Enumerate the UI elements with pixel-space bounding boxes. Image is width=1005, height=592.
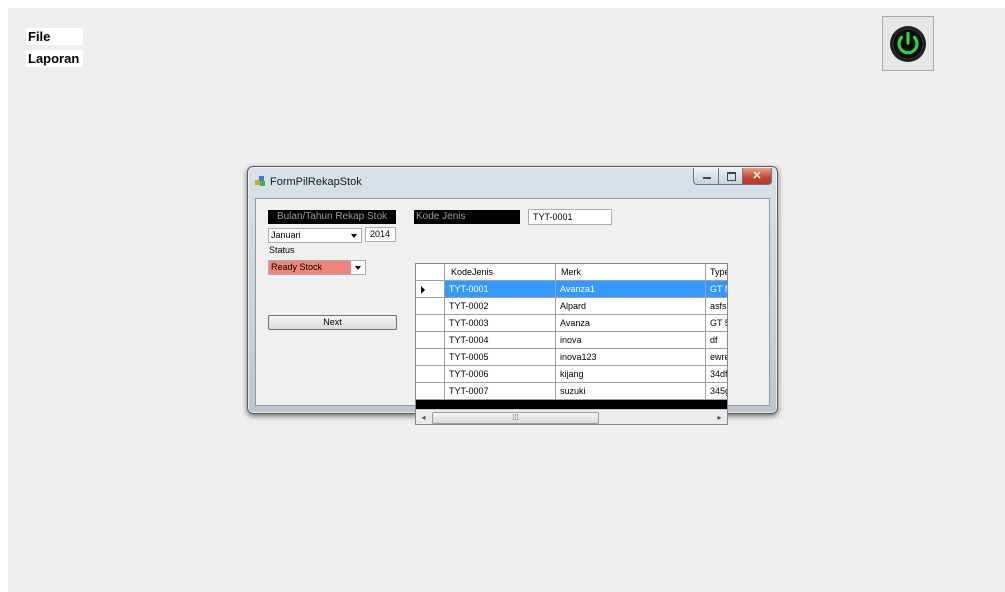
cell-kodejenis[interactable]: TYT-0007 — [445, 383, 556, 400]
row-selector[interactable] — [416, 332, 445, 349]
form-window: FormPilRekapStok ✕ Bulan/Tahun Rekap Sto… — [247, 166, 778, 425]
cell-kodejenis[interactable]: TYT-0001 — [445, 281, 556, 298]
power-icon — [890, 25, 926, 62]
cell-merk[interactable]: suzuki — [556, 383, 706, 400]
cell-type[interactable]: asfsda — [706, 298, 727, 315]
status-label: Status — [269, 245, 295, 255]
cell-merk[interactable]: Avanza — [556, 315, 706, 332]
kode-jenis-input[interactable]: TYT-0001 — [528, 209, 612, 225]
cell-kodejenis[interactable]: TYT-0004 — [445, 332, 556, 349]
row-selector[interactable] — [416, 315, 445, 332]
row-selector[interactable] — [416, 281, 445, 298]
table-row[interactable]: TYT-0005 inova123 ewrew — [416, 349, 727, 366]
column-header-merk[interactable]: Merk — [556, 264, 706, 281]
power-button[interactable] — [882, 16, 934, 71]
table-row[interactable]: TYT-0001 Avanza1 GT M — [416, 281, 727, 298]
status-combobox[interactable]: Ready Stock — [268, 260, 366, 275]
row-selector[interactable] — [416, 349, 445, 366]
column-header-kodejenis[interactable]: KodeJenis — [445, 264, 556, 281]
scrollbar-thumb[interactable]: ⁞⁞⁞ — [432, 412, 599, 424]
cell-type[interactable]: GT M — [706, 281, 727, 298]
table-row[interactable]: TYT-0002 Alpard asfsda — [416, 298, 727, 315]
cell-kodejenis[interactable]: TYT-0003 — [445, 315, 556, 332]
cell-merk[interactable]: Alpard — [556, 298, 706, 315]
chevron-down-icon — [351, 234, 357, 238]
status-value: Ready Stock — [269, 261, 351, 274]
horizontal-scrollbar[interactable]: ◂ ⁞⁞⁞ ▸ — [416, 409, 727, 424]
menu-laporan[interactable]: Laporan — [26, 50, 83, 67]
maximize-icon — [727, 172, 736, 181]
cell-merk[interactable]: inova — [556, 332, 706, 349]
next-button[interactable]: Next — [268, 315, 397, 330]
window-title: FormPilRekapStok — [270, 176, 362, 188]
form-client-area: Bulan/Tahun Rekap Stok Januari 2014 Stat… — [255, 198, 770, 425]
scroll-right-icon[interactable]: ▸ — [712, 410, 727, 424]
row-selector[interactable] — [416, 298, 445, 315]
menu-file[interactable]: File — [26, 28, 83, 45]
close-button[interactable]: ✕ — [742, 168, 772, 185]
cell-kodejenis[interactable]: TYT-0002 — [445, 298, 556, 315]
cell-type[interactable]: ewrew — [706, 349, 727, 366]
table-row[interactable]: TYT-0004 inova df — [416, 332, 727, 349]
table-row[interactable]: TYT-0007 suzuki 345gh — [416, 383, 727, 400]
minimize-button[interactable] — [693, 168, 719, 185]
cell-kodejenis[interactable]: TYT-0006 — [445, 366, 556, 383]
periode-label: Bulan/Tahun Rekap Stok — [268, 210, 396, 224]
cell-type[interactable]: GT 5V — [706, 315, 727, 332]
grid-header-row: KodeJenis Merk Type — [416, 264, 727, 281]
cell-type[interactable]: 345gh — [706, 383, 727, 400]
chevron-down-icon — [355, 266, 361, 270]
month-value: Januari — [271, 230, 301, 240]
cell-merk[interactable]: kijang — [556, 366, 706, 383]
data-grid[interactable]: KodeJenis Merk Type TYT-0001 Avanza1 GT … — [415, 263, 728, 425]
minimize-icon — [703, 177, 711, 179]
row-pointer-icon — [421, 286, 425, 294]
cell-merk[interactable]: Avanza1 — [556, 281, 706, 298]
kode-jenis-label: Kode Jenis — [414, 210, 520, 224]
table-row[interactable]: TYT-0006 kijang 34dfgg — [416, 366, 727, 383]
maximize-button[interactable] — [718, 168, 743, 185]
cell-kodejenis[interactable]: TYT-0005 — [445, 349, 556, 366]
table-row[interactable]: TYT-0003 Avanza GT 5V — [416, 315, 727, 332]
corner-header — [416, 264, 445, 281]
cell-merk[interactable]: inova123 — [556, 349, 706, 366]
cell-type[interactable]: 34dfgg — [706, 366, 727, 383]
scroll-left-icon[interactable]: ◂ — [416, 410, 431, 424]
close-icon: ✕ — [752, 170, 762, 182]
year-input[interactable]: 2014 — [365, 227, 396, 242]
column-header-type[interactable]: Type — [706, 264, 727, 281]
form-icon — [255, 176, 265, 186]
month-combobox[interactable]: Januari — [268, 228, 362, 243]
row-selector[interactable] — [416, 366, 445, 383]
cell-type[interactable]: df — [706, 332, 727, 349]
row-selector[interactable] — [416, 383, 445, 400]
